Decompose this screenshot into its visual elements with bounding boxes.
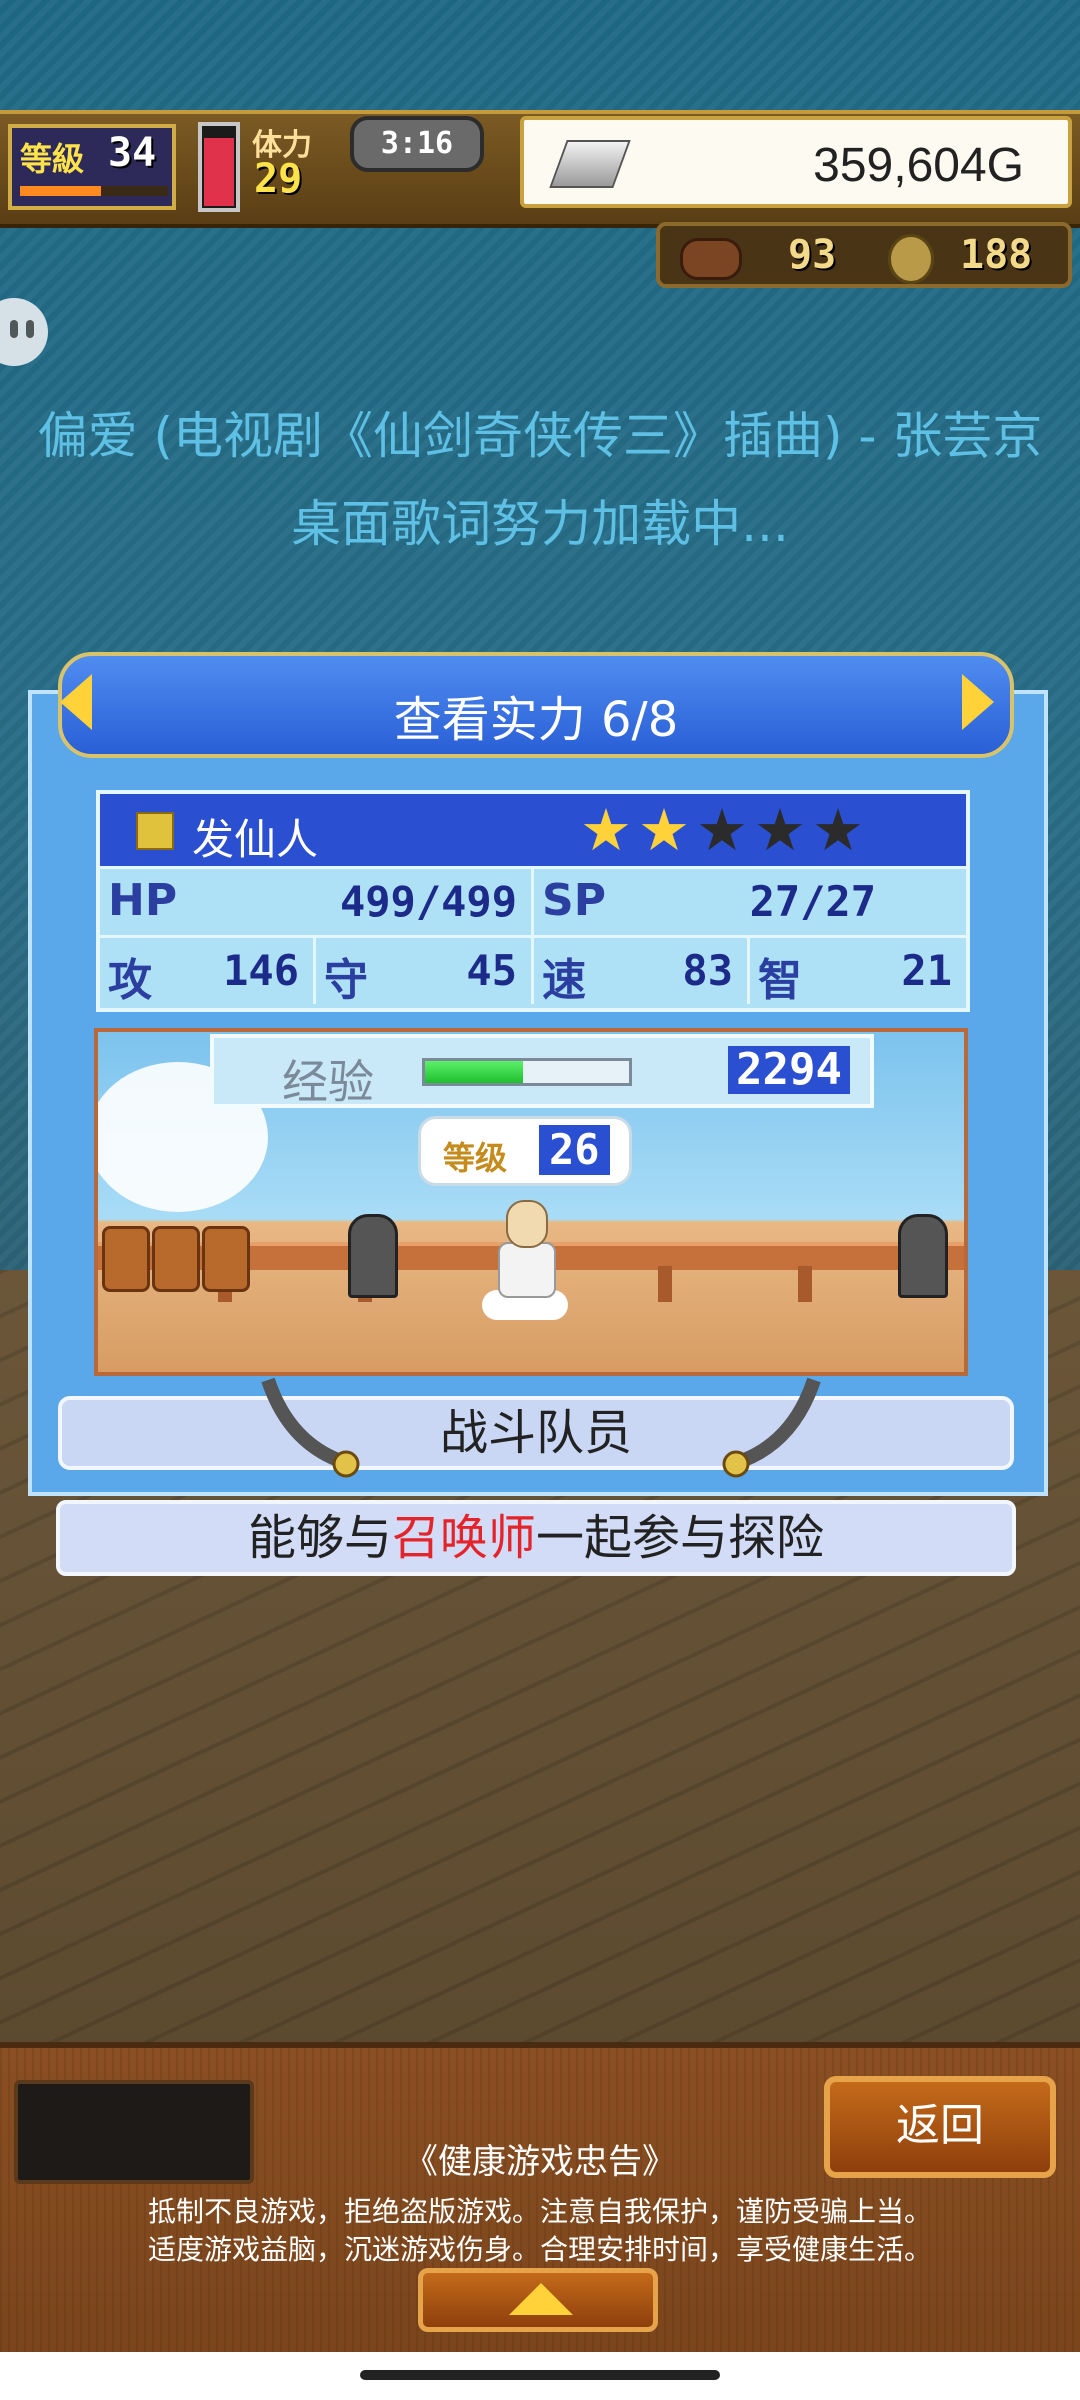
up-arrow-icon — [509, 2283, 573, 2315]
stat-defense-value: 45 — [466, 946, 517, 995]
gold-value: 359,604G — [813, 139, 1024, 192]
medal-count: 188 — [960, 232, 1033, 278]
stamina-value: 29 — [254, 156, 303, 202]
food-icon — [680, 238, 742, 280]
stats-card: 发仙人 ★ ★ ★ ★ ★ HP 499/499 SP 27/27 攻 146 … — [96, 790, 970, 1012]
character-type-icon — [136, 812, 174, 850]
railing-post — [798, 1266, 812, 1302]
player-level-panel: 等級 34 — [8, 124, 176, 210]
stat-speed: 速 83 — [534, 938, 750, 1006]
stat-intelligence-value: 21 — [901, 946, 952, 995]
cannon-icon — [898, 1214, 948, 1298]
stat-hp-value: 499/499 — [339, 877, 517, 926]
character-preview-scene: 经验 2294 等级 26 — [94, 1028, 968, 1376]
dialog-title: 查看实力 6/8 — [393, 692, 679, 748]
star-icon: ★ — [638, 796, 690, 864]
health-notice-title: 《健康游戏忠告》 — [404, 2142, 676, 2182]
character-description: 能够与召唤师一起参与探险 — [56, 1500, 1016, 1576]
saber-icon — [722, 1377, 821, 1478]
role-bar: 战斗队员 — [58, 1396, 1014, 1470]
barrel-icon — [152, 1226, 200, 1292]
expand-menu-button[interactable] — [418, 2268, 658, 2332]
character-level-bubble: 等级 26 — [418, 1116, 632, 1186]
stat-row-attributes: 攻 146 守 45 速 83 智 21 — [100, 935, 966, 1006]
stamina-gauge-fill — [204, 137, 234, 206]
character-sprite — [482, 1200, 568, 1320]
experience-panel: 经验 2294 — [210, 1034, 874, 1109]
barrel-icon — [102, 1226, 150, 1292]
level-label: 等級 — [20, 140, 85, 178]
railing-post — [658, 1266, 672, 1302]
health-notice-line-1: 抵制不良游戏，拒绝盗版游戏。注意自我保护，谨防受骗上当。 — [147, 2195, 932, 2228]
experience-bar — [422, 1058, 632, 1086]
character-name-row: 发仙人 ★ ★ ★ ★ ★ — [100, 794, 966, 866]
stat-attack: 攻 146 — [100, 938, 316, 1006]
stat-sp-value: 27/27 — [749, 877, 876, 926]
stat-sp-label: SP — [542, 875, 606, 926]
stat-speed-value: 83 — [682, 946, 733, 995]
level-progress-fill — [20, 186, 102, 196]
medal-icon — [888, 234, 934, 284]
character-head — [506, 1200, 548, 1248]
star-icon: ★ — [580, 796, 632, 864]
description-prefix: 能够与 — [247, 1510, 392, 1566]
level-value: 34 — [108, 130, 157, 176]
character-level-label: 等级 — [443, 1139, 508, 1177]
experience-bar-fill — [425, 1061, 523, 1083]
assistant-eye-icon — [10, 320, 18, 338]
stamina-gauge — [198, 122, 240, 212]
silver-bar-icon — [549, 140, 631, 188]
experience-value: 2294 — [728, 1046, 850, 1094]
barrel-icon — [202, 1226, 250, 1292]
resource-panel: 93 188 — [656, 222, 1072, 288]
cannon-icon — [348, 1214, 398, 1298]
stamina-timer: 3:16 — [350, 116, 484, 172]
desktop-lyric-line-1: 偏爱 (电视剧《仙剑奇侠传三》插曲) - 张芸京 — [37, 407, 1043, 465]
previous-arrow-icon[interactable] — [60, 674, 92, 730]
next-arrow-icon[interactable] — [962, 674, 994, 730]
character-name: 发仙人 — [192, 815, 319, 864]
description-highlight: 召唤师 — [391, 1510, 536, 1566]
stat-row-hp-sp: HP 499/499 SP 27/27 — [100, 866, 966, 935]
food-count: 93 — [788, 232, 837, 278]
saber-icon — [261, 1377, 360, 1478]
home-indicator[interactable] — [360, 2370, 720, 2380]
level-progress-bar — [20, 186, 168, 196]
stat-defense-label: 守 — [324, 955, 368, 1006]
character-level-value: 26 — [539, 1125, 610, 1175]
stat-sp: SP 27/27 — [534, 869, 966, 935]
dialog-title-bar: 查看实力 6/8 — [58, 652, 1014, 758]
stat-hp-label: HP — [108, 875, 178, 926]
desktop-lyric-line-2: 桌面歌词努力加载中... — [291, 495, 789, 553]
stat-attack-label: 攻 — [108, 955, 152, 1006]
health-notice-line-2: 适度游戏益脑，沉迷游戏伤身。合理安排时间，享受健康生活。 — [147, 2233, 932, 2266]
star-icon: ★ — [812, 796, 864, 864]
stat-attack-value: 146 — [223, 946, 299, 995]
experience-label: 经验 — [282, 1055, 374, 1109]
stat-speed-label: 速 — [542, 955, 586, 1006]
star-icon: ★ — [696, 796, 748, 864]
character-body — [498, 1242, 556, 1298]
stat-hp: HP 499/499 — [100, 869, 534, 935]
stat-intelligence: 智 21 — [750, 938, 966, 1006]
description-suffix: 一起参与探险 — [536, 1510, 825, 1566]
gold-panel[interactable]: 359,604G — [520, 116, 1072, 208]
stat-intelligence-label: 智 — [758, 955, 802, 1006]
stat-defense: 守 45 — [316, 938, 534, 1006]
assistant-eye-icon — [26, 320, 34, 338]
star-icon: ★ — [754, 796, 806, 864]
